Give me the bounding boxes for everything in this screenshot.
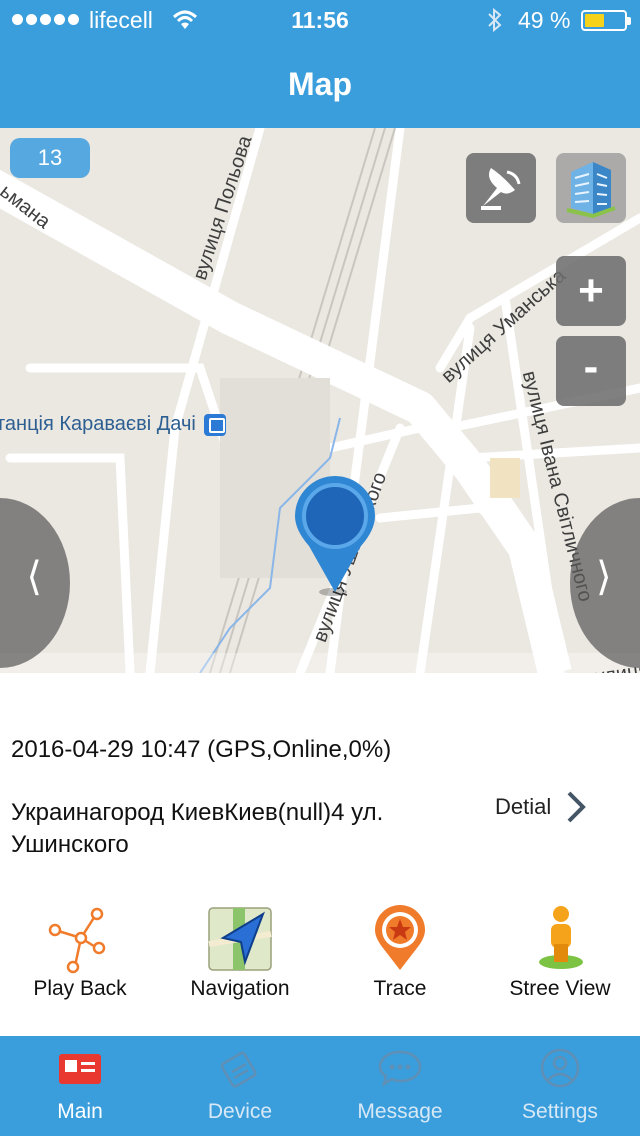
playback-route-icon: [48, 907, 106, 974]
location-address: Украинагород КиевКиев(null)4 ул. Ушинско…: [11, 799, 384, 858]
chevron-right-icon: [567, 791, 587, 823]
zoom-out-button[interactable]: -: [556, 336, 626, 406]
zoom-level-badge: 13: [10, 138, 90, 178]
map-view[interactable]: ьмана вулиця Польова вулиця Уманська вул…: [0, 128, 640, 673]
zoom-in-button[interactable]: +: [556, 256, 626, 326]
chat-bubble-icon: [378, 1050, 422, 1087]
playback-button[interactable]: Play Back: [0, 900, 160, 1010]
chevron-right-icon: ⟩: [596, 555, 612, 599]
location-timestamp: 2016-04-29 10:47 (GPS,Online,0%): [11, 736, 392, 763]
tab-settings-label: Settings: [522, 1100, 598, 1123]
tab-main-label: Main: [57, 1100, 103, 1123]
street-view-button[interactable]: Stree View: [480, 900, 640, 1010]
tab-message-label: Message: [357, 1100, 443, 1123]
station-name: танція Караваєві Дачі: [0, 413, 196, 435]
tab-bar: Main Device Message Settings: [0, 1036, 640, 1136]
detail-button[interactable]: Detial: [495, 790, 587, 824]
playback-label: Play Back: [33, 977, 127, 1000]
user-settings-icon: [540, 1048, 580, 1088]
navigation-label: Navigation: [190, 977, 290, 1000]
tab-settings[interactable]: Settings: [480, 1036, 640, 1136]
chevron-left-icon: ⟨: [26, 555, 42, 599]
id-card-icon: [59, 1054, 101, 1084]
metro-station-icon: [203, 413, 226, 436]
satellite-dish-icon: [481, 168, 521, 210]
detail-label: Detial: [495, 794, 552, 819]
navigation-button[interactable]: Navigation: [160, 900, 320, 1010]
tab-device[interactable]: Device: [160, 1036, 320, 1136]
trace-label: Trace: [373, 977, 427, 1000]
location-pin-icon[interactable]: [287, 470, 383, 600]
navigation-arrow-icon: [208, 907, 272, 971]
tab-main[interactable]: Main: [0, 1036, 160, 1136]
street-view-person-icon: [539, 906, 583, 969]
battery-percent: 49 %: [518, 7, 571, 33]
status-bar: lifecell 11:56 49 %: [0, 0, 640, 40]
station-label: танція Караваєві Дачі: [0, 413, 226, 436]
building-view-button[interactable]: [556, 153, 626, 223]
tab-message[interactable]: Message: [320, 1036, 480, 1136]
device-tag-icon: [220, 1051, 257, 1088]
trace-star-pin-icon: [375, 905, 425, 970]
page-title: Map: [288, 66, 352, 102]
app-header: lifecell 11:56 49 % Map: [0, 0, 640, 128]
building-3d-icon: [566, 162, 616, 218]
trace-button[interactable]: Trace: [320, 900, 480, 1010]
satellite-view-button[interactable]: [466, 153, 536, 223]
battery-icon: [581, 10, 631, 31]
bluetooth-icon: [488, 7, 502, 33]
tab-device-label: Device: [207, 1100, 273, 1123]
action-bar: Play Back Navigation Trace Stree View: [0, 900, 640, 1010]
street-view-label: Stree View: [509, 977, 611, 1000]
